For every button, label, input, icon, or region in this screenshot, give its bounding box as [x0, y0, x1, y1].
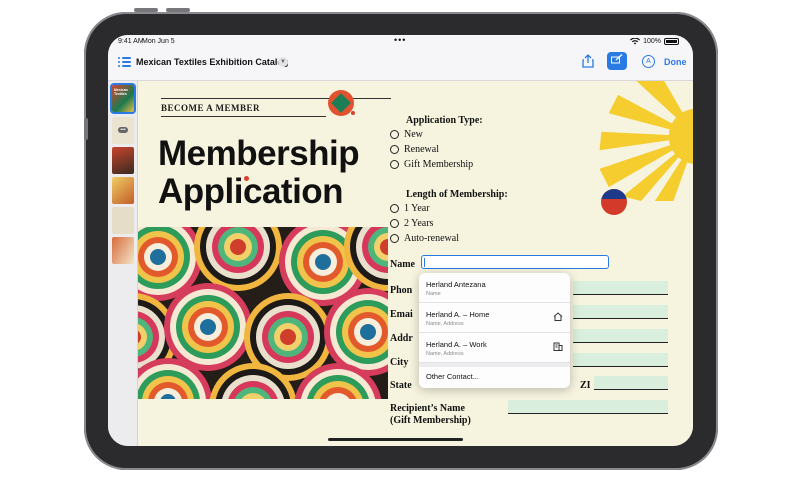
- radio-1-year[interactable]: 1 Year: [390, 203, 430, 214]
- option-label: 2 Years: [404, 218, 434, 229]
- radio-gift-membership[interactable]: Gift Membership: [390, 159, 473, 170]
- become-member-kicker: BECOME A MEMBER: [161, 103, 261, 113]
- decorative-dot: [351, 111, 355, 115]
- building-icon: [553, 342, 563, 353]
- battery-percent: 100%: [643, 38, 661, 45]
- option-label: Gift Membership: [404, 159, 474, 170]
- other-contact-button[interactable]: Other Contact...: [426, 372, 479, 381]
- page-thumbnail[interactable]: [112, 147, 134, 174]
- autofill-item-subtitle: Name, Address: [426, 351, 464, 357]
- autofill-item-title: Herland A. – Work: [426, 340, 487, 349]
- name-input[interactable]: [421, 255, 609, 269]
- city-label: City: [390, 357, 409, 368]
- autofill-item[interactable]: Herland Antezana Name: [419, 273, 570, 303]
- address-field[interactable]: [573, 329, 668, 343]
- screen: 9:41 AM Mon Jun 5 ••• 100% Mexican Texti…: [108, 35, 693, 446]
- battery-icon: [664, 38, 679, 45]
- more-icon: •••: [118, 127, 128, 133]
- option-label: Renewal: [404, 144, 439, 155]
- decorative-dot: [244, 176, 249, 181]
- autofill-item-title: Herland A. – Home: [426, 310, 490, 319]
- share-icon[interactable]: [582, 54, 594, 71]
- autofill-popover: Herland Antezana Name Herland A. – Home …: [419, 273, 570, 388]
- radio-circle-icon[interactable]: [390, 234, 399, 243]
- status-time: 9:41 AM: [118, 38, 144, 45]
- zip-field[interactable]: [594, 376, 668, 390]
- option-label: Auto-renewal: [404, 233, 459, 244]
- recipient-field[interactable]: [508, 400, 668, 414]
- sunburst-decoration: [599, 81, 693, 201]
- thumbnail-title: Mexican Textiles: [114, 88, 128, 96]
- page-thumbnail[interactable]: Mexican Textiles: [110, 83, 136, 114]
- radio-renewal[interactable]: Renewal: [390, 144, 439, 155]
- markup-icon[interactable]: [607, 52, 627, 70]
- status-date: Mon Jun 5: [142, 38, 175, 45]
- divider: [161, 98, 391, 99]
- radio-circle-icon[interactable]: [390, 145, 399, 154]
- phone-label: Phon: [390, 285, 413, 296]
- page-thumbnail[interactable]: [112, 207, 134, 234]
- autofill-item-subtitle: Name: [426, 291, 441, 297]
- radio-circle-icon[interactable]: [390, 130, 399, 139]
- option-label: New: [404, 129, 423, 140]
- radio-circle-icon[interactable]: [390, 204, 399, 213]
- recipient-sublabel: (Gift Membership): [390, 415, 471, 426]
- radio-new[interactable]: New: [390, 129, 423, 140]
- page-hero-title: Membership Application: [158, 134, 360, 211]
- autofill-item[interactable]: Herland A. – Home Name, Address: [419, 303, 570, 333]
- email-label: Emai: [390, 309, 413, 320]
- top-button: [134, 8, 158, 12]
- house-icon: [553, 312, 563, 323]
- side-button: [84, 118, 88, 140]
- application-type-heading: Application Type:: [406, 115, 483, 126]
- flag-emblem-icon: [601, 189, 627, 215]
- hero-line-1: Membership: [158, 134, 360, 173]
- page-thumbnail[interactable]: [112, 177, 134, 204]
- name-label: Name: [390, 259, 415, 270]
- autofill-item[interactable]: Herland A. – Work Name, Address: [419, 333, 570, 363]
- email-field[interactable]: [573, 305, 668, 319]
- document-page: BECOME A MEMBER Membership Application A…: [138, 81, 693, 446]
- autofill-item-title: Herland Antezana: [426, 280, 486, 289]
- document-toolbar: Mexican Textiles Exhibition Catalog ▼ A …: [108, 49, 693, 81]
- length-heading: Length of Membership:: [406, 189, 508, 200]
- hero-line-2: Application: [158, 172, 344, 211]
- page-thumbnail[interactable]: •••: [112, 117, 134, 144]
- state-label: State: [390, 380, 412, 391]
- textile-artwork: [138, 227, 388, 399]
- page-thumbnails-sidebar: Mexican Textiles •••: [108, 81, 138, 446]
- recipient-label: Recipient’s Name: [390, 403, 465, 414]
- city-field[interactable]: [573, 353, 668, 367]
- radio-2-years[interactable]: 2 Years: [390, 218, 433, 229]
- radio-auto-renewal[interactable]: Auto-renewal: [390, 233, 459, 244]
- volume-button: [166, 8, 190, 12]
- document-title[interactable]: Mexican Textiles Exhibition Catalog: [136, 57, 288, 67]
- status-bar: 9:41 AM Mon Jun 5 ••• 100%: [108, 35, 693, 49]
- done-button[interactable]: Done: [664, 57, 687, 67]
- list-icon[interactable]: [118, 57, 131, 68]
- multitasking-dots[interactable]: •••: [394, 35, 406, 45]
- divider: [419, 363, 570, 367]
- radio-circle-icon[interactable]: [390, 160, 399, 169]
- autofill-form-icon[interactable]: A: [642, 55, 655, 68]
- option-label: 1 Year: [404, 203, 430, 214]
- chevron-down-icon[interactable]: ▼: [278, 57, 288, 67]
- home-indicator[interactable]: [328, 438, 463, 441]
- zip-label: ZI: [580, 380, 591, 391]
- divider: [161, 116, 326, 117]
- wifi-icon: [630, 38, 641, 45]
- status-right: 100%: [630, 38, 679, 45]
- radio-circle-icon[interactable]: [390, 219, 399, 228]
- autofill-item-subtitle: Name, Address: [426, 321, 464, 327]
- phone-field[interactable]: [573, 281, 668, 295]
- page-thumbnail[interactable]: [112, 237, 134, 264]
- address-label: Addr: [390, 333, 413, 344]
